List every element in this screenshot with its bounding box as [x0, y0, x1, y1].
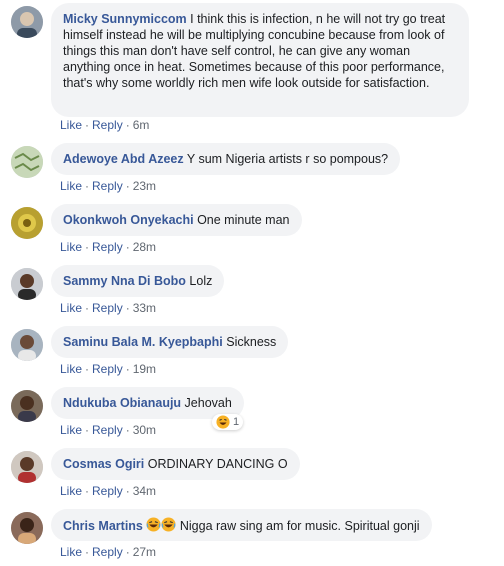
comment-text: ORDINARY DANCING O: [147, 457, 288, 471]
comment-author[interactable]: Okonkwoh Onyekachi: [63, 213, 194, 227]
like-link[interactable]: Like: [60, 240, 82, 254]
comment-actions: Like · Reply · 23m: [60, 179, 157, 193]
comment-author[interactable]: Cosmas Ogiri: [63, 457, 144, 471]
comment-text: Y sum Nigeria artists r so pompous?: [186, 152, 389, 166]
comment-author[interactable]: Saminu Bala M. Kyepbaphi: [63, 335, 223, 349]
comment-author[interactable]: Chris Martins: [63, 519, 143, 533]
comment-time[interactable]: 34m: [133, 484, 156, 498]
like-link[interactable]: Like: [60, 545, 82, 559]
laughing-emoji-icon: [146, 517, 161, 532]
reply-link[interactable]: Reply: [92, 362, 123, 376]
comment-actions: Like · Reply · 33m: [60, 301, 157, 315]
comment-author[interactable]: Sammy Nna Di Bobo: [63, 274, 186, 288]
comment-author[interactable]: Ndukuba Obianauju: [63, 396, 181, 410]
comment-text: Lolz: [189, 274, 213, 288]
reply-link[interactable]: Reply: [92, 118, 123, 132]
avatar[interactable]: [11, 329, 43, 361]
comment-actions: Like · Reply · 27m: [60, 545, 157, 559]
like-link[interactable]: Like: [60, 301, 82, 315]
avatar[interactable]: [11, 390, 43, 422]
comment-time[interactable]: 28m: [133, 240, 156, 254]
comment-bubble: Sammy Nna Di Bobo Lolz: [51, 265, 225, 297]
reaction-count: 1: [233, 416, 240, 428]
avatar[interactable]: [11, 6, 43, 38]
reply-link[interactable]: Reply: [92, 423, 123, 437]
reply-link[interactable]: Reply: [92, 484, 123, 498]
comment-actions: Like · Reply · 6m: [60, 118, 150, 132]
comment-text: One minute man: [197, 213, 290, 227]
haha-icon: [216, 415, 230, 429]
avatar[interactable]: [11, 512, 43, 544]
reply-link[interactable]: Reply: [92, 301, 123, 315]
comment-actions: Like · Reply · 19m: [60, 362, 157, 376]
comment-bubble: Cosmas Ogiri ORDINARY DANCING O: [51, 448, 300, 480]
comment-time[interactable]: 19m: [133, 362, 156, 376]
like-link[interactable]: Like: [60, 118, 82, 132]
comment-bubble: Chris Martins Nigga raw sing am for musi…: [51, 509, 432, 541]
comment-actions: Like · Reply · 34m: [60, 484, 157, 498]
laughing-emoji-icon: [161, 517, 176, 532]
comment-text: Sickness: [226, 335, 277, 349]
like-link[interactable]: Like: [60, 484, 82, 498]
reply-link[interactable]: Reply: [92, 545, 123, 559]
reply-link[interactable]: Reply: [92, 179, 123, 193]
avatar[interactable]: [11, 207, 43, 239]
comment-bubble: Okonkwoh Onyekachi One minute man: [51, 204, 302, 236]
comment-actions: Like · Reply · 28m: [60, 240, 157, 254]
comment-actions: Like · Reply · 30m: [60, 423, 157, 437]
comment-text: Jehovah: [184, 396, 232, 410]
comment-text: Nigga raw sing am for music. Spiritual g…: [179, 519, 420, 533]
comment-time[interactable]: 30m: [133, 423, 156, 437]
comment-bubble: Saminu Bala M. Kyepbaphi Sickness: [51, 326, 289, 358]
like-link[interactable]: Like: [60, 179, 82, 193]
avatar[interactable]: [11, 146, 43, 178]
avatar[interactable]: [11, 451, 43, 483]
reply-link[interactable]: Reply: [92, 240, 123, 254]
comment-time[interactable]: 27m: [133, 545, 156, 559]
comment-author[interactable]: Micky Sunnymiccom: [63, 12, 187, 26]
reaction-badge[interactable]: 1: [212, 414, 244, 430]
like-link[interactable]: Like: [60, 423, 82, 437]
like-link[interactable]: Like: [60, 362, 82, 376]
comment-time[interactable]: 6m: [133, 118, 150, 132]
comment-time[interactable]: 23m: [133, 179, 156, 193]
avatar[interactable]: [11, 268, 43, 300]
comment-time[interactable]: 33m: [133, 301, 156, 315]
comments-thread: { "comments": [ { "name": "Micky Sunnymi…: [0, 0, 504, 566]
comment-author[interactable]: Adewoye Abd Azeez: [63, 152, 184, 166]
scroll-edge: [500, 0, 504, 566]
comment-bubble: Adewoye Abd Azeez Y sum Nigeria artists …: [51, 143, 401, 175]
comment-bubble: Micky Sunnymiccom I think this is infect…: [51, 3, 469, 117]
